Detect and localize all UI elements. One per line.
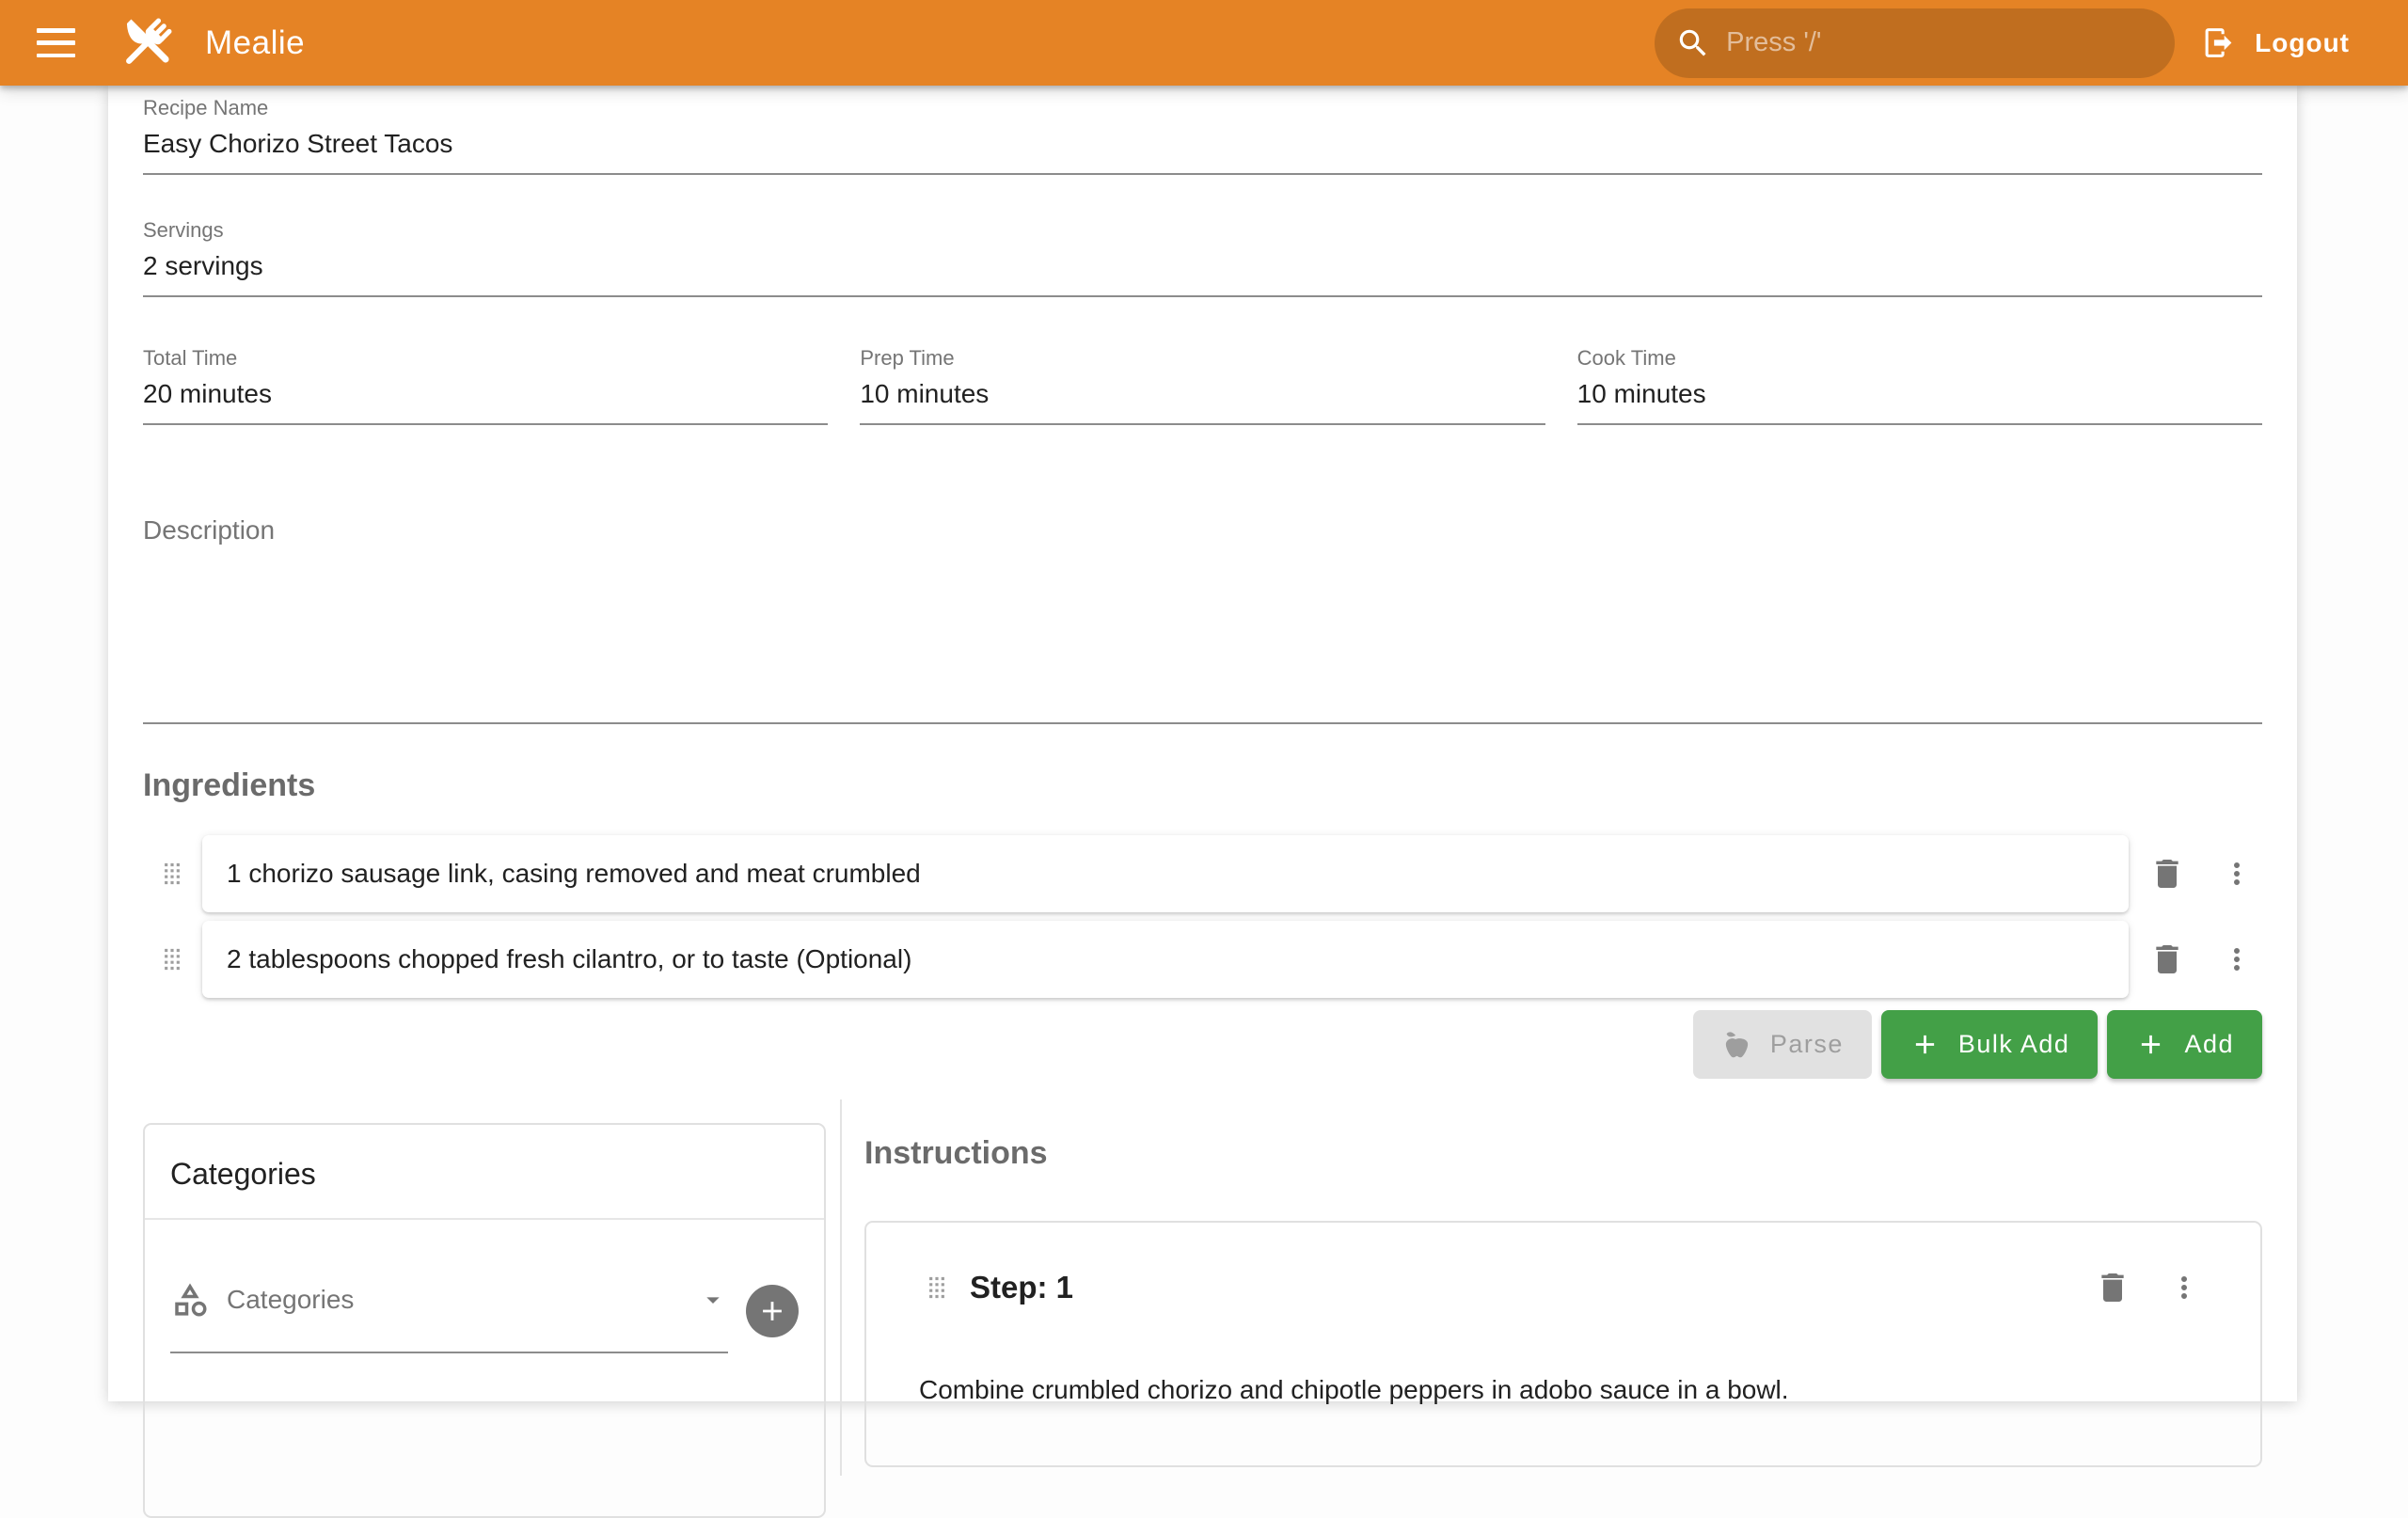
cook-time-label: Cook Time xyxy=(1577,346,2262,371)
step-menu-button[interactable] xyxy=(2161,1264,2208,1311)
description-field[interactable]: Description xyxy=(143,515,2262,724)
plus-icon xyxy=(756,1295,788,1327)
delete-ingredient-button[interactable] xyxy=(2144,850,2191,897)
shapes-icon xyxy=(170,1280,210,1320)
add-label: Add xyxy=(2184,1030,2234,1059)
app-title: Mealie xyxy=(205,24,305,62)
apple-icon xyxy=(1721,1029,1752,1060)
categories-card-title: Categories xyxy=(145,1125,824,1218)
parse-button[interactable]: Parse xyxy=(1693,1010,1872,1079)
mealie-logo-icon xyxy=(115,11,179,75)
bulk-add-button[interactable]: Bulk Add xyxy=(1881,1010,2099,1079)
trash-icon xyxy=(2148,941,2186,978)
total-time-label: Total Time xyxy=(143,346,828,371)
logout-button[interactable]: Logout xyxy=(2201,25,2350,60)
total-time-field: Total Time xyxy=(143,346,828,425)
servings-input[interactable] xyxy=(143,243,2262,297)
trash-icon xyxy=(2148,855,2186,893)
bulk-add-label: Bulk Add xyxy=(1958,1030,2070,1059)
description-textarea[interactable] xyxy=(143,546,2262,724)
add-category-button[interactable] xyxy=(746,1285,799,1337)
trash-icon xyxy=(2094,1269,2131,1306)
delete-ingredient-button[interactable] xyxy=(2144,936,2191,983)
cook-time-field: Cook Time xyxy=(1577,346,2262,425)
search-bar[interactable] xyxy=(1655,8,2175,78)
categories-select-label: Categories xyxy=(227,1285,354,1315)
logout-icon xyxy=(2201,25,2236,60)
prep-time-label: Prep Time xyxy=(860,346,1545,371)
cook-time-input[interactable] xyxy=(1577,371,2262,425)
recipe-name-label: Recipe Name xyxy=(143,96,2262,120)
menu-icon[interactable] xyxy=(37,28,75,57)
divider xyxy=(145,1218,824,1220)
ingredient-menu-button[interactable] xyxy=(2213,850,2260,897)
instruction-step-card: Step: 1 Combine crumbled chorizo and chi… xyxy=(864,1221,2262,1467)
ingredient-input-card xyxy=(202,921,2129,998)
ingredient-row xyxy=(143,835,2262,912)
kebab-menu-icon xyxy=(2220,857,2254,891)
servings-field: Servings xyxy=(143,218,2262,297)
ingredient-menu-button[interactable] xyxy=(2213,936,2260,983)
parse-label: Parse xyxy=(1770,1030,1844,1059)
recipe-name-input[interactable] xyxy=(143,120,2262,175)
ingredients-heading: Ingredients xyxy=(143,767,2262,804)
drag-handle-icon[interactable] xyxy=(919,1270,955,1305)
chevron-down-icon xyxy=(698,1285,728,1315)
recipe-editor-card: Recipe Name Servings Total Time Prep Tim… xyxy=(108,86,2297,1401)
search-icon xyxy=(1675,25,1711,61)
servings-label: Servings xyxy=(143,218,2262,243)
kebab-menu-icon xyxy=(2220,942,2254,976)
plus-icon xyxy=(1909,1029,1941,1060)
drag-handle-icon[interactable] xyxy=(154,941,190,977)
ingredient-input-card xyxy=(202,835,2129,912)
kebab-menu-icon xyxy=(2167,1271,2201,1305)
logout-label: Logout xyxy=(2255,28,2350,58)
step-title: Step: 1 xyxy=(970,1270,1073,1305)
search-input[interactable] xyxy=(1724,26,2154,59)
step-text[interactable]: Combine crumbled chorizo and chipotle pe… xyxy=(919,1371,2208,1409)
categories-select[interactable]: Categories xyxy=(170,1280,728,1353)
delete-step-button[interactable] xyxy=(2089,1264,2136,1311)
add-ingredient-button[interactable]: Add xyxy=(2107,1010,2262,1079)
ingredient-input[interactable] xyxy=(225,943,2106,975)
description-label: Description xyxy=(143,515,2262,546)
ingredient-input[interactable] xyxy=(225,858,2106,890)
ingredient-row xyxy=(143,921,2262,998)
recipe-name-field: Recipe Name xyxy=(143,86,2262,175)
total-time-input[interactable] xyxy=(143,371,828,425)
app-header: Mealie Logout xyxy=(0,0,2408,86)
prep-time-field: Prep Time xyxy=(860,346,1545,425)
plus-icon xyxy=(2135,1029,2166,1060)
drag-handle-icon[interactable] xyxy=(154,856,190,892)
categories-card: Categories Categories xyxy=(143,1123,826,1518)
instructions-heading: Instructions xyxy=(864,1135,2262,1172)
prep-time-input[interactable] xyxy=(860,371,1545,425)
